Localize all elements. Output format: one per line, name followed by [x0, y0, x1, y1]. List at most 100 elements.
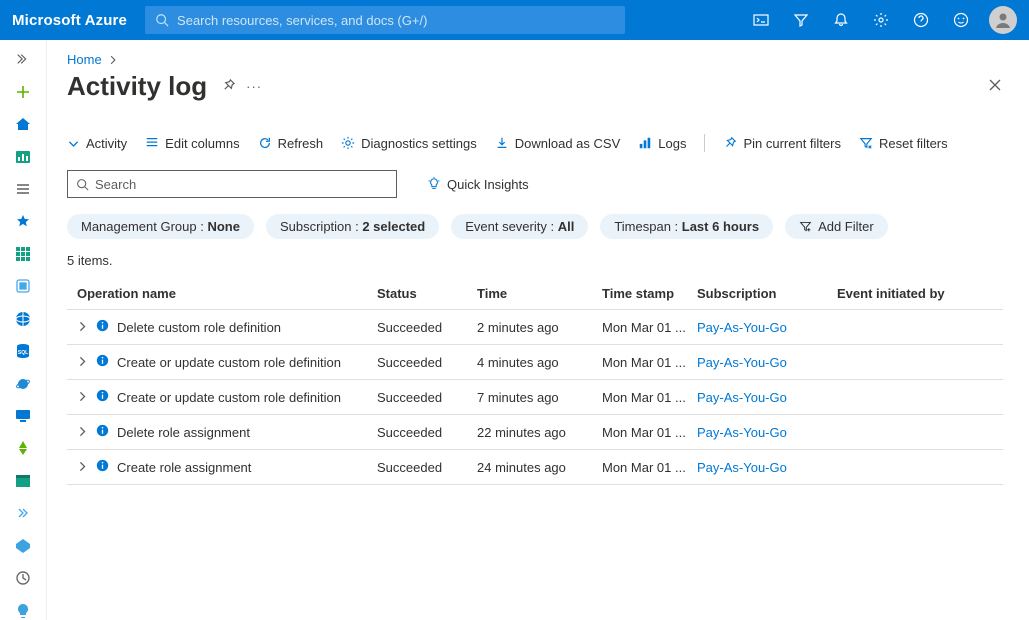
- bell-icon[interactable]: [821, 0, 861, 40]
- top-bar: Microsoft Azure Search resources, servic…: [0, 0, 1029, 40]
- col-operation[interactable]: Operation name: [77, 286, 377, 301]
- cloud-shell-icon[interactable]: [741, 0, 781, 40]
- table-row[interactable]: Create role assignment Succeeded 24 minu…: [67, 449, 1003, 485]
- feedback-icon[interactable]: [941, 0, 981, 40]
- toolbar: Activity Edit columns Refresh Diagnostic…: [67, 134, 1003, 152]
- status-cell: Succeeded: [377, 425, 477, 440]
- gear-icon[interactable]: [861, 0, 901, 40]
- col-status[interactable]: Status: [377, 286, 477, 301]
- filter-pills: Management Group : None Subscription : 2…: [67, 214, 1003, 239]
- sql-icon[interactable]: SQL: [13, 342, 33, 360]
- all-resources-icon[interactable]: [13, 245, 33, 263]
- status-cell: Succeeded: [377, 390, 477, 405]
- global-search-input[interactable]: Search resources, services, and docs (G+…: [145, 6, 625, 34]
- operation-name: Delete custom role definition: [117, 320, 281, 335]
- download-csv-button[interactable]: Download as CSV: [495, 136, 621, 151]
- status-cell: Succeeded: [377, 460, 477, 475]
- favorites-icon[interactable]: [13, 212, 33, 230]
- col-time[interactable]: Time: [477, 286, 602, 301]
- time-cell: 7 minutes ago: [477, 390, 602, 405]
- reset-filters-button[interactable]: Reset filters: [859, 136, 948, 151]
- pin-icon[interactable]: [221, 78, 236, 96]
- toolbar-divider: [704, 134, 705, 152]
- timestamp-cell: Mon Mar 01 ...: [602, 460, 697, 475]
- timestamp-cell: Mon Mar 01 ...: [602, 320, 697, 335]
- chevron-right-icon[interactable]: [77, 355, 88, 370]
- refresh-button[interactable]: Refresh: [258, 136, 324, 151]
- activity-dropdown[interactable]: Activity: [67, 136, 127, 151]
- all-services-icon[interactable]: [13, 180, 33, 198]
- close-icon[interactable]: [987, 77, 1003, 96]
- pin-filters-button[interactable]: Pin current filters: [723, 136, 841, 151]
- operation-name: Create or update custom role definition: [117, 390, 341, 405]
- expand-icon[interactable]: [13, 50, 33, 68]
- subscription-link[interactable]: Pay-As-You-Go: [697, 390, 837, 405]
- table-header: Operation name Status Time Time stamp Su…: [67, 278, 1003, 309]
- breadcrumb-home[interactable]: Home: [67, 52, 102, 67]
- col-timestamp[interactable]: Time stamp: [602, 286, 697, 301]
- timestamp-cell: Mon Mar 01 ...: [602, 425, 697, 440]
- main-content: Home Activity log ··· Activity Edit colu…: [47, 40, 1029, 620]
- timestamp-cell: Mon Mar 01 ...: [602, 390, 697, 405]
- item-count: 5 items.: [67, 253, 1003, 268]
- person-icon: [993, 10, 1013, 30]
- subscription-link[interactable]: Pay-As-You-Go: [697, 320, 837, 335]
- operation-name: Create role assignment: [117, 460, 251, 475]
- global-search-placeholder: Search resources, services, and docs (G+…: [177, 13, 427, 28]
- cosmos-icon[interactable]: [13, 374, 33, 392]
- quick-insights-button[interactable]: Quick Insights: [427, 177, 529, 192]
- page-title: Activity log: [67, 71, 207, 102]
- filter-timespan[interactable]: Timespan : Last 6 hours: [600, 214, 773, 239]
- chevron-right-icon[interactable]: [77, 390, 88, 405]
- subscription-link[interactable]: Pay-As-You-Go: [697, 460, 837, 475]
- info-icon: [96, 319, 109, 335]
- info-icon: [96, 424, 109, 440]
- search-row: Search Quick Insights: [67, 170, 1003, 198]
- more-icon[interactable]: ···: [246, 79, 262, 94]
- top-icon-group: [741, 0, 981, 40]
- subscription-link[interactable]: Pay-As-You-Go: [697, 355, 837, 370]
- search-icon: [76, 178, 89, 191]
- home-icon[interactable]: [13, 115, 33, 133]
- add-filter-button[interactable]: Add Filter: [785, 214, 888, 239]
- edit-columns-button[interactable]: Edit columns: [145, 136, 239, 151]
- table-row[interactable]: Delete role assignment Succeeded 22 minu…: [67, 414, 1003, 449]
- avatar[interactable]: [989, 6, 1017, 34]
- sidebar: SQL: [0, 40, 47, 620]
- help-icon[interactable]: [901, 0, 941, 40]
- table-row[interactable]: Delete custom role definition Succeeded …: [67, 309, 1003, 344]
- aad-icon[interactable]: [13, 537, 33, 555]
- time-cell: 24 minutes ago: [477, 460, 602, 475]
- search-icon: [155, 13, 169, 27]
- load-balancer-icon[interactable]: [13, 439, 33, 457]
- filter-severity[interactable]: Event severity : All: [451, 214, 588, 239]
- operation-name: Delete role assignment: [117, 425, 250, 440]
- subscription-link[interactable]: Pay-As-You-Go: [697, 425, 837, 440]
- network-icon[interactable]: [13, 504, 33, 522]
- col-initiated[interactable]: Event initiated by: [837, 286, 987, 301]
- filter-subscription[interactable]: Subscription : 2 selected: [266, 214, 439, 239]
- col-subscription[interactable]: Subscription: [697, 286, 837, 301]
- resource-groups-icon[interactable]: [13, 277, 33, 295]
- dashboard-icon[interactable]: [13, 147, 33, 165]
- logs-button[interactable]: Logs: [638, 136, 686, 151]
- app-services-icon[interactable]: [13, 310, 33, 328]
- info-icon: [96, 459, 109, 475]
- table-row[interactable]: Create or update custom role definition …: [67, 379, 1003, 414]
- diagnostics-button[interactable]: Diagnostics settings: [341, 136, 477, 151]
- svg-text:SQL: SQL: [18, 350, 28, 356]
- chevron-right-icon[interactable]: [77, 320, 88, 335]
- chevron-right-icon[interactable]: [77, 460, 88, 475]
- table-row[interactable]: Create or update custom role definition …: [67, 344, 1003, 379]
- filter-icon[interactable]: [781, 0, 821, 40]
- chevron-right-icon[interactable]: [77, 425, 88, 440]
- vm-icon[interactable]: [13, 407, 33, 425]
- breadcrumb: Home: [67, 52, 1003, 67]
- create-icon[interactable]: [13, 82, 33, 100]
- advisor-icon[interactable]: [13, 601, 33, 619]
- monitor-icon[interactable]: [13, 569, 33, 587]
- filter-management-group[interactable]: Management Group : None: [67, 214, 254, 239]
- search-input[interactable]: Search: [67, 170, 397, 198]
- storage-icon[interactable]: [13, 472, 33, 490]
- timestamp-cell: Mon Mar 01 ...: [602, 355, 697, 370]
